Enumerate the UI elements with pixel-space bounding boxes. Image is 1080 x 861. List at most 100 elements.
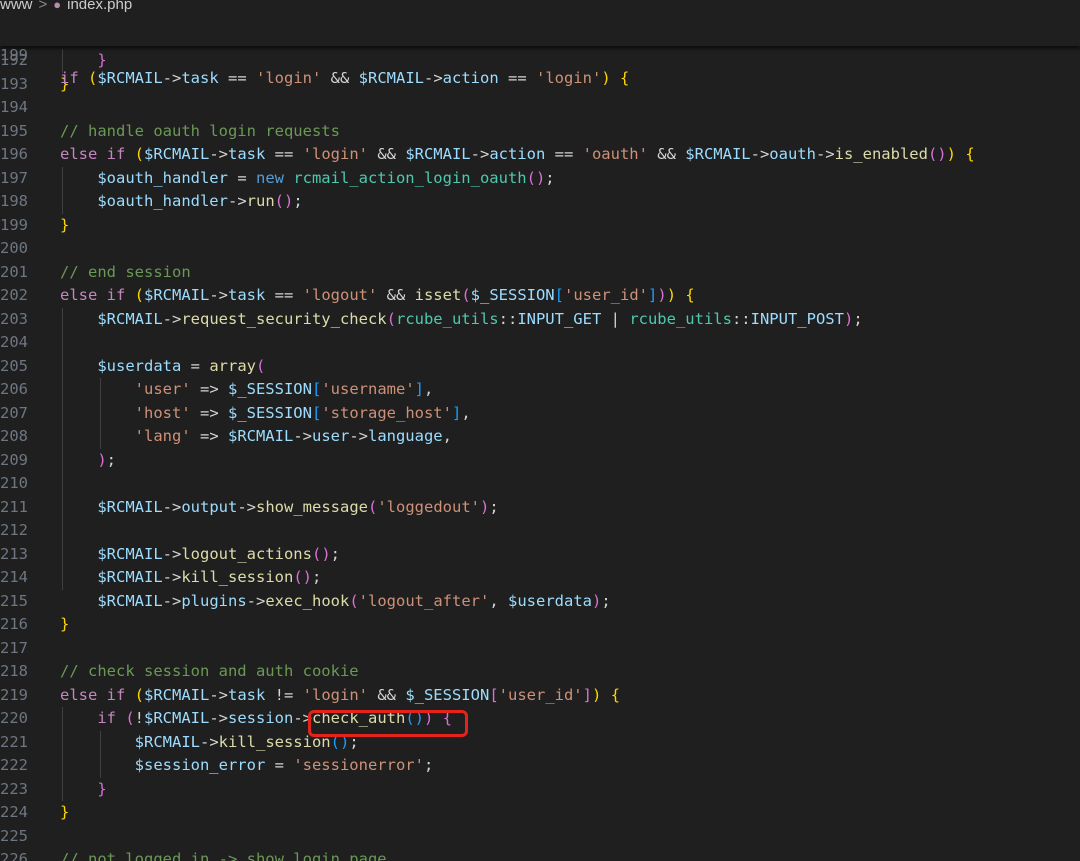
- breadcrumb-folder[interactable]: www: [0, 0, 33, 13]
- code-line[interactable]: 210: [0, 472, 1080, 496]
- breadcrumb-file[interactable]: index.php: [67, 0, 132, 13]
- line-number: 218: [0, 662, 28, 680]
- code-text: }: [60, 214, 69, 238]
- code-token: =>: [190, 380, 228, 398]
- code-token: action: [489, 145, 546, 163]
- php-file-icon: ●: [53, 0, 62, 12]
- code-line[interactable]: 217: [0, 637, 1080, 661]
- code-token: INPUT_POST: [750, 309, 844, 328]
- code-token: ]: [414, 380, 424, 398]
- code-token: {: [965, 145, 975, 163]
- code-line[interactable]: 196 else if ($RCMAIL->task == 'login' && …: [0, 143, 1080, 167]
- red-highlight-box: [308, 710, 468, 737]
- code-line[interactable]: 226 // not logged in -> show login page: [0, 848, 1080, 861]
- code-line[interactable]: 202 else if ($RCMAIL->task == 'logout' &&…: [0, 284, 1080, 308]
- code-token: session: [228, 709, 294, 727]
- code-token: (): [274, 192, 294, 210]
- code-token: new: [255, 168, 294, 187]
- code-token: action: [442, 69, 499, 87]
- code-line[interactable]: 195 // handle oauth login requests: [0, 120, 1080, 144]
- code-token: ): [601, 69, 611, 87]
- sticky-line[interactable]: 199 if ($RCMAIL->task == 'login' && $RCM…: [0, 20, 1080, 88]
- code-line[interactable]: 220 if (!$RCMAIL->session->check_auth())…: [0, 707, 1080, 731]
- code-line[interactable]: 216}: [0, 613, 1080, 637]
- code-text: }: [60, 613, 69, 637]
- code-token: ->: [293, 427, 312, 445]
- code-line[interactable]: 194: [0, 96, 1080, 120]
- code-token: ): [657, 286, 667, 304]
- code-token: ->: [227, 192, 247, 210]
- code-token: $userdata: [97, 356, 182, 375]
- code-token: ;: [106, 450, 117, 469]
- code-text: else if ($RCMAIL->task == 'login' && $RC…: [60, 143, 975, 167]
- code-token: exec_hook: [265, 591, 350, 610]
- code-token: ->: [349, 427, 368, 445]
- line-number: 216: [0, 615, 28, 633]
- code-token: ::: [498, 309, 518, 328]
- code-token: request_security_check: [181, 309, 387, 328]
- code-line[interactable]: 214 $RCMAIL->kill_session();: [0, 566, 1080, 590]
- code-line[interactable]: 199}: [0, 214, 1080, 238]
- code-token: (: [134, 145, 144, 163]
- code-line[interactable]: 201 // end session: [0, 261, 1080, 285]
- code-line[interactable]: 206 'user' => $_SESSION['username'],: [0, 378, 1080, 402]
- code-line[interactable]: 204: [0, 331, 1080, 355]
- sticky-scroll-header[interactable]: 199 if ($RCMAIL->task == 'login' && $RCM…: [0, 20, 1080, 88]
- code-token: !=: [265, 685, 303, 704]
- code-token: ->: [162, 69, 182, 87]
- indent-guide: [62, 707, 63, 801]
- code-token: ;: [853, 309, 863, 328]
- code-line[interactable]: 222 $session_error = 'sessionerror';: [0, 754, 1080, 778]
- code-line[interactable]: 212: [0, 519, 1080, 543]
- code-line[interactable]: 219 else if ($RCMAIL->task != 'login' && …: [0, 684, 1080, 708]
- code-token: $session_error: [134, 756, 266, 774]
- code-text: $session_error = 'sessionerror';: [60, 754, 434, 778]
- code-line[interactable]: 211 $RCMAIL->output->show_message('logge…: [0, 496, 1080, 520]
- code-text: $oauth_handler->run();: [60, 190, 303, 214]
- code-token: ): [592, 591, 602, 610]
- code-token: (: [134, 685, 144, 704]
- code-token: 'sessionerror': [293, 756, 424, 774]
- code-text: $RCMAIL->plugins->exec_hook('logout_afte…: [60, 590, 610, 614]
- code-line[interactable]: 205 $userdata = array(: [0, 355, 1080, 379]
- code-line[interactable]: 221 $RCMAIL->kill_session();: [0, 731, 1080, 755]
- code-line[interactable]: 215 $RCMAIL->plugins->exec_hook('logout_…: [0, 590, 1080, 614]
- code-token: ->: [162, 309, 182, 328]
- code-token: else if: [60, 286, 135, 304]
- code-line[interactable]: 203 $RCMAIL->request_security_check(rcub…: [0, 308, 1080, 332]
- code-line[interactable]: 225: [0, 825, 1080, 849]
- code-token: &&: [367, 145, 406, 163]
- code-token: $RCMAIL: [134, 732, 200, 751]
- code-line[interactable]: 218 // check session and auth cookie: [0, 660, 1080, 684]
- code-token: $_SESSION: [227, 380, 312, 398]
- code-token: ->: [423, 69, 443, 87]
- code-token: 'user_id': [498, 685, 583, 704]
- code-line[interactable]: 207 'host' => $_SESSION['storage_host'],: [0, 402, 1080, 426]
- code-token: ): [946, 145, 956, 163]
- code-token: ->: [162, 568, 182, 586]
- code-token: 'username': [321, 380, 415, 398]
- code-token: task: [228, 145, 266, 163]
- code-token: run: [246, 192, 275, 210]
- code-token: (: [125, 709, 135, 727]
- code-token: ;: [293, 192, 303, 210]
- code-editor[interactable]: www > ● index.php 199 if ($RCMAIL->task …: [0, 0, 1080, 861]
- code-line[interactable]: 223 }: [0, 778, 1080, 802]
- code-line[interactable]: 213 $RCMAIL->logout_actions();: [0, 543, 1080, 567]
- code-token: array: [209, 356, 256, 375]
- code-line[interactable]: 197 $oauth_handler = new rcmail_action_l…: [0, 167, 1080, 191]
- code-line[interactable]: 208 'lang' => $RCMAIL->user->language,: [0, 425, 1080, 449]
- code-token: $RCMAIL: [227, 427, 294, 445]
- line-number: 202: [0, 286, 28, 304]
- code-line[interactable]: 200: [0, 237, 1080, 261]
- code-line[interactable]: 198 $oauth_handler->run();: [0, 190, 1080, 214]
- line-number: 222: [0, 756, 28, 774]
- code-text: }: [60, 778, 106, 802]
- code-line[interactable]: 209 );: [0, 449, 1080, 473]
- code-line[interactable]: 224}: [0, 801, 1080, 825]
